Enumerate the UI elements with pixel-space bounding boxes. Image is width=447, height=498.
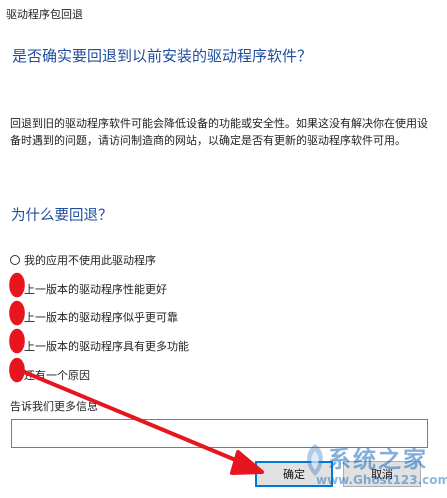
reason-option-label: 上一版本的驱动程序具有更多功能 — [24, 340, 189, 354]
more-info-input[interactable] — [11, 419, 428, 448]
rollback-description: 回退到旧的驱动程序软件可能会降低设备的功能或安全性。如果这没有解决你在使用设备时… — [10, 117, 428, 147]
ok-button[interactable]: 确定 — [255, 461, 333, 487]
radio-button[interactable] — [10, 255, 20, 266]
radio-button[interactable] — [10, 283, 20, 294]
radio-button[interactable] — [10, 369, 20, 380]
driver-rollback-dialog: 驱动程序包回退 是否确实要回退到以前安装的驱动程序软件？ 回退到旧的驱动程序软件… — [0, 0, 447, 498]
reason-option-label: 我的应用不使用此驱动程序 — [24, 254, 156, 268]
radio-button[interactable] — [10, 312, 20, 323]
more-info-label: 告诉我们更多信息 — [10, 400, 98, 413]
cancel-button[interactable]: 取消 — [343, 461, 421, 487]
radio-button[interactable] — [10, 341, 20, 352]
reason-option-label: 还有一个原因 — [24, 368, 90, 382]
reason-option-more-reliable[interactable]: 上一版本的驱动程序似乎更可靠 — [10, 303, 189, 332]
window-title: 驱动程序包回退 — [6, 8, 83, 21]
reason-option-label: 上一版本的驱动程序似乎更可靠 — [24, 311, 178, 325]
reason-options: 我的应用不使用此驱动程序 上一版本的驱动程序性能更好 上一版本的驱动程序似乎更可… — [10, 246, 189, 389]
reason-option-label: 上一版本的驱动程序性能更好 — [24, 282, 167, 296]
reason-option-more-features[interactable]: 上一版本的驱动程序具有更多功能 — [10, 332, 189, 361]
reason-option-other[interactable]: 还有一个原因 — [10, 360, 189, 389]
reason-option-better-performance[interactable]: 上一版本的驱动程序性能更好 — [10, 275, 189, 304]
why-heading: 为什么要回退？ — [11, 208, 113, 224]
confirm-heading: 是否确实要回退到以前安装的驱动程序软件？ — [12, 47, 313, 65]
reason-option-app-not-using[interactable]: 我的应用不使用此驱动程序 — [10, 246, 189, 275]
